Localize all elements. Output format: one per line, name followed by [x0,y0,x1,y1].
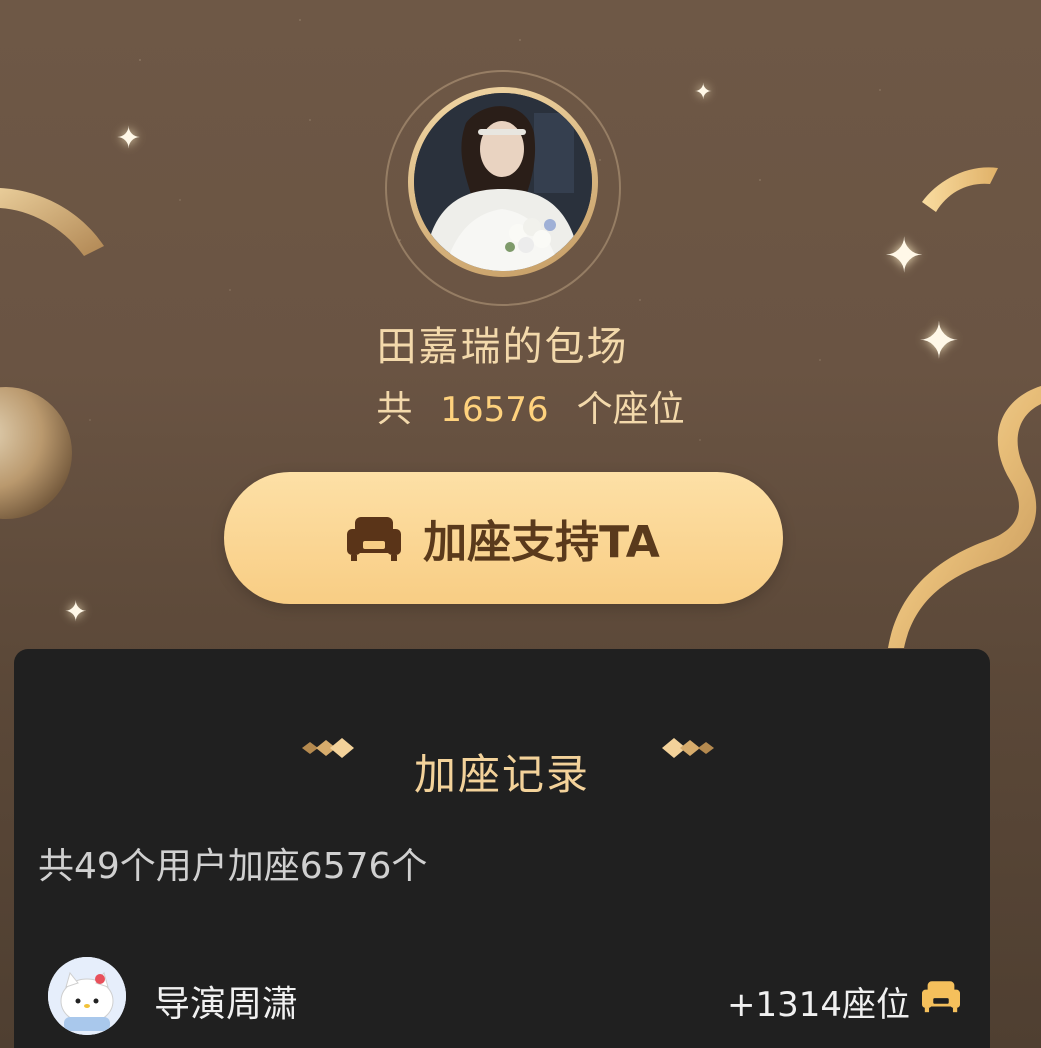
seats-prefix: 共 [376,389,413,430]
sofa-icon [347,517,402,561]
sparkle-icon: ✦ [884,228,925,284]
seats-suffix: 个座位 [576,389,685,430]
page-title: 田嘉瑞的包场 [376,324,629,370]
add-seat-support-button[interactable]: 加座支持TA [224,472,783,604]
sparkle-icon: ✦ [116,121,142,156]
avatar-image [414,93,592,271]
sparkle-icon: ✦ [64,595,88,628]
seats-total: 共 16576 个座位 [0,380,1041,432]
sofa-icon [922,981,960,1013]
avatar[interactable] [48,957,126,1035]
record-seat-count: +1314座位 [726,985,910,1025]
records-title: 加座记录 [413,750,590,799]
diamond-decoration-icon [662,738,714,758]
ribbon-decoration [922,167,998,212]
records-panel: 加座记录 共49个用户加座6576个 导演周潇 +1314座位 [14,649,990,1048]
kitty-avatar-icon [48,957,126,1035]
seats-count: 16576 [440,390,549,430]
page: ✦ ✦ ✦ ✦ ✦ 田嘉瑞的包场 共 16576 个座位 加座支持TA 加座记录… [0,0,1041,1048]
add-seat-support-label: 加座支持TA [423,517,660,568]
list-item[interactable]: 导演周潇 +1314座位 [14,949,990,1045]
avatar[interactable] [408,87,598,277]
records-summary: 共49个用户加座6576个 [38,846,428,887]
record-user-name: 导演周潇 [154,984,299,1025]
portrait-illustration [414,93,592,271]
sparkle-icon: ✦ [694,80,713,105]
ribbon-decoration [0,188,104,256]
